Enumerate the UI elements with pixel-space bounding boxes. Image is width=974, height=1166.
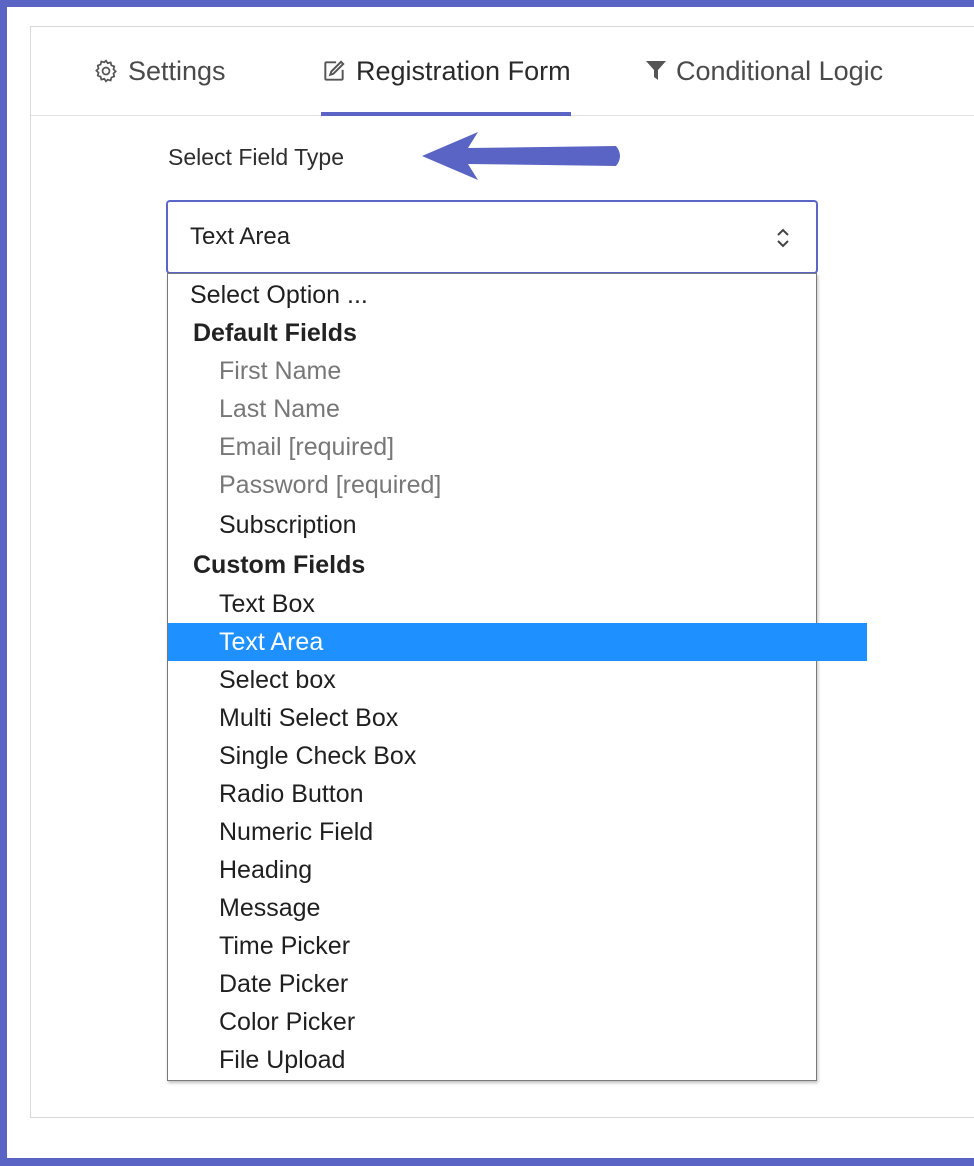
- tab-registration-form[interactable]: Registration Form: [321, 27, 571, 116]
- option-radio-button[interactable]: Radio Button: [168, 775, 867, 813]
- option-select-box[interactable]: Select box: [168, 661, 867, 699]
- gear-icon: [93, 58, 119, 84]
- optgroup-default-fields: Default Fields: [193, 319, 357, 347]
- up-down-chevron-icon: [776, 227, 790, 256]
- option-file-upload[interactable]: File Upload: [168, 1041, 867, 1079]
- option-placeholder[interactable]: Select Option ...: [168, 276, 838, 314]
- tab-settings[interactable]: Settings: [93, 27, 226, 115]
- option-email: Email [required]: [219, 433, 395, 461]
- filter-icon: [645, 59, 667, 83]
- field-type-dropdown-list: Select Option ... Default Fields First N…: [167, 273, 867, 1081]
- option-last-name: Last Name: [219, 395, 340, 423]
- option-date-picker[interactable]: Date Picker: [168, 965, 867, 1003]
- option-subscription[interactable]: Subscription: [168, 506, 867, 544]
- option-time-picker[interactable]: Time Picker: [168, 927, 867, 965]
- arrow-left-icon: [418, 126, 628, 191]
- tab-conditional-logic[interactable]: Conditional Logic: [645, 27, 883, 115]
- select-field-type-label: Select Field Type: [168, 144, 345, 170]
- option-message[interactable]: Message: [168, 889, 867, 927]
- field-type-select[interactable]: Text Area: [166, 200, 818, 274]
- tab-settings-label: Settings: [128, 55, 226, 86]
- option-numeric-field[interactable]: Numeric Field: [168, 813, 867, 851]
- option-heading[interactable]: Heading: [168, 851, 867, 889]
- option-password: Password [required]: [219, 471, 442, 499]
- option-single-check-box[interactable]: Single Check Box: [168, 737, 867, 775]
- option-color-picker[interactable]: Color Picker: [168, 1003, 867, 1041]
- option-text-area[interactable]: Text Area: [168, 623, 867, 661]
- option-multi-select-box[interactable]: Multi Select Box: [168, 699, 867, 737]
- edit-icon: [321, 58, 347, 84]
- tab-bar: Settings Registration Form Conditional L…: [31, 27, 974, 116]
- option-first-name: First Name: [219, 357, 342, 385]
- option-text-box[interactable]: Text Box: [168, 585, 867, 623]
- tab-registration-form-label: Registration Form: [356, 55, 571, 86]
- field-type-select-value: Text Area: [190, 223, 291, 250]
- optgroup-custom-fields: Custom Fields: [193, 551, 366, 579]
- tab-conditional-logic-label: Conditional Logic: [676, 55, 884, 86]
